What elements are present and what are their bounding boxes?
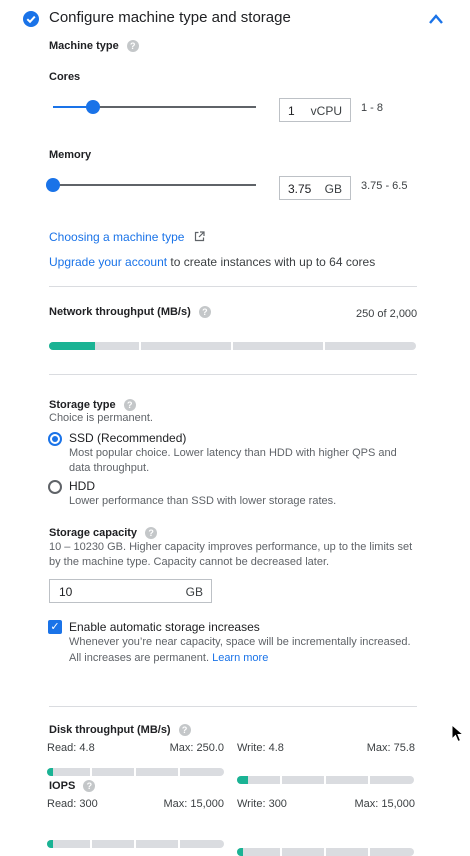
storage-capacity-input[interactable]: 10 GB — [49, 579, 212, 603]
disk-throughput-label: Disk throughput (MB/s) ? — [49, 724, 191, 736]
help-icon[interactable]: ? — [178, 724, 191, 736]
ssd-label[interactable]: SSD (Recommended) — [69, 431, 186, 445]
disk-read-bar — [47, 768, 224, 776]
help-icon[interactable]: ? — [123, 399, 136, 411]
disk-write-max: Max: 75.8 — [366, 742, 415, 754]
help-icon[interactable]: ? — [126, 40, 139, 52]
cores-slider[interactable] — [53, 100, 256, 114]
learn-more-link[interactable]: Learn more — [212, 652, 268, 664]
memory-input[interactable]: 3.75 GB — [279, 176, 351, 200]
storage-type-label: Storage type ? — [49, 399, 136, 411]
cores-slider-thumb[interactable] — [86, 100, 100, 114]
storage-capacity-description: 10 – 10230 GB. Higher capacity improves … — [49, 541, 413, 568]
divider — [49, 706, 417, 707]
memory-range: 3.75 - 6.5 — [361, 180, 408, 192]
upgrade-account-link[interactable]: Upgrade your account — [49, 255, 167, 269]
iops-read-label: Read: 300 — [47, 798, 98, 810]
iops-write-max: Max: 15,000 — [354, 798, 415, 810]
disk-write-label: Write: 4.8 — [237, 742, 284, 754]
section-header[interactable]: Configure machine type and storage — [0, 0, 470, 36]
external-link-icon — [194, 231, 205, 245]
hdd-radio[interactable] — [48, 480, 62, 494]
iops-write-bar — [237, 848, 414, 856]
disk-write-bar — [237, 776, 414, 784]
auto-increase-description: Whenever you’re near capacity, space wil… — [69, 636, 411, 648]
network-throughput-label: Network throughput (MB/s) ? — [49, 306, 211, 318]
storage-capacity-label: Storage capacity ? — [49, 527, 158, 539]
upgrade-text: Upgrade your account to create instances… — [49, 255, 376, 269]
check-circle-icon — [23, 11, 39, 27]
ssd-description: Most popular choice. Lower latency than … — [69, 447, 397, 474]
choosing-machine-type-link[interactable]: Choosing a machine type — [49, 230, 205, 245]
disk-read-label: Read: 4.8 — [47, 742, 95, 754]
network-throughput-value: 250 of 2,000 — [356, 308, 418, 320]
cores-input[interactable]: 1 vCPU — [279, 98, 351, 122]
hdd-label[interactable]: HDD — [69, 479, 95, 493]
section-title: Configure machine type and storage — [49, 9, 291, 26]
iops-read-bar — [47, 840, 224, 848]
hdd-description: Lower performance than SSD with lower st… — [69, 495, 337, 507]
mouse-cursor-icon — [451, 723, 465, 744]
network-throughput-bar — [49, 342, 416, 350]
iops-label: IOPS ? — [49, 780, 96, 792]
cores-range: 1 - 8 — [361, 102, 384, 114]
memory-slider-thumb[interactable] — [46, 178, 60, 192]
help-icon[interactable]: ? — [83, 780, 96, 792]
divider — [49, 374, 417, 375]
memory-label: Memory — [49, 149, 92, 161]
storage-type-note: Choice is permanent. — [49, 412, 153, 424]
ssd-radio[interactable] — [48, 432, 62, 446]
auto-increase-label[interactable]: Enable automatic storage increases — [69, 620, 260, 634]
auto-increase-checkbox[interactable]: ✓ — [48, 620, 62, 634]
chevron-up-icon[interactable] — [428, 12, 444, 24]
iops-read-max: Max: 15,000 — [163, 798, 224, 810]
cores-label: Cores — [49, 71, 81, 83]
help-icon[interactable]: ? — [145, 527, 158, 539]
auto-increase-permanent: All increases are permanent. Learn more — [69, 652, 269, 664]
divider — [49, 286, 417, 287]
disk-read-max: Max: 250.0 — [169, 742, 224, 754]
help-icon[interactable]: ? — [198, 306, 211, 318]
machine-type-label: Machine type ? — [49, 40, 139, 52]
memory-slider[interactable] — [46, 178, 256, 192]
iops-write-label: Write: 300 — [237, 798, 287, 810]
